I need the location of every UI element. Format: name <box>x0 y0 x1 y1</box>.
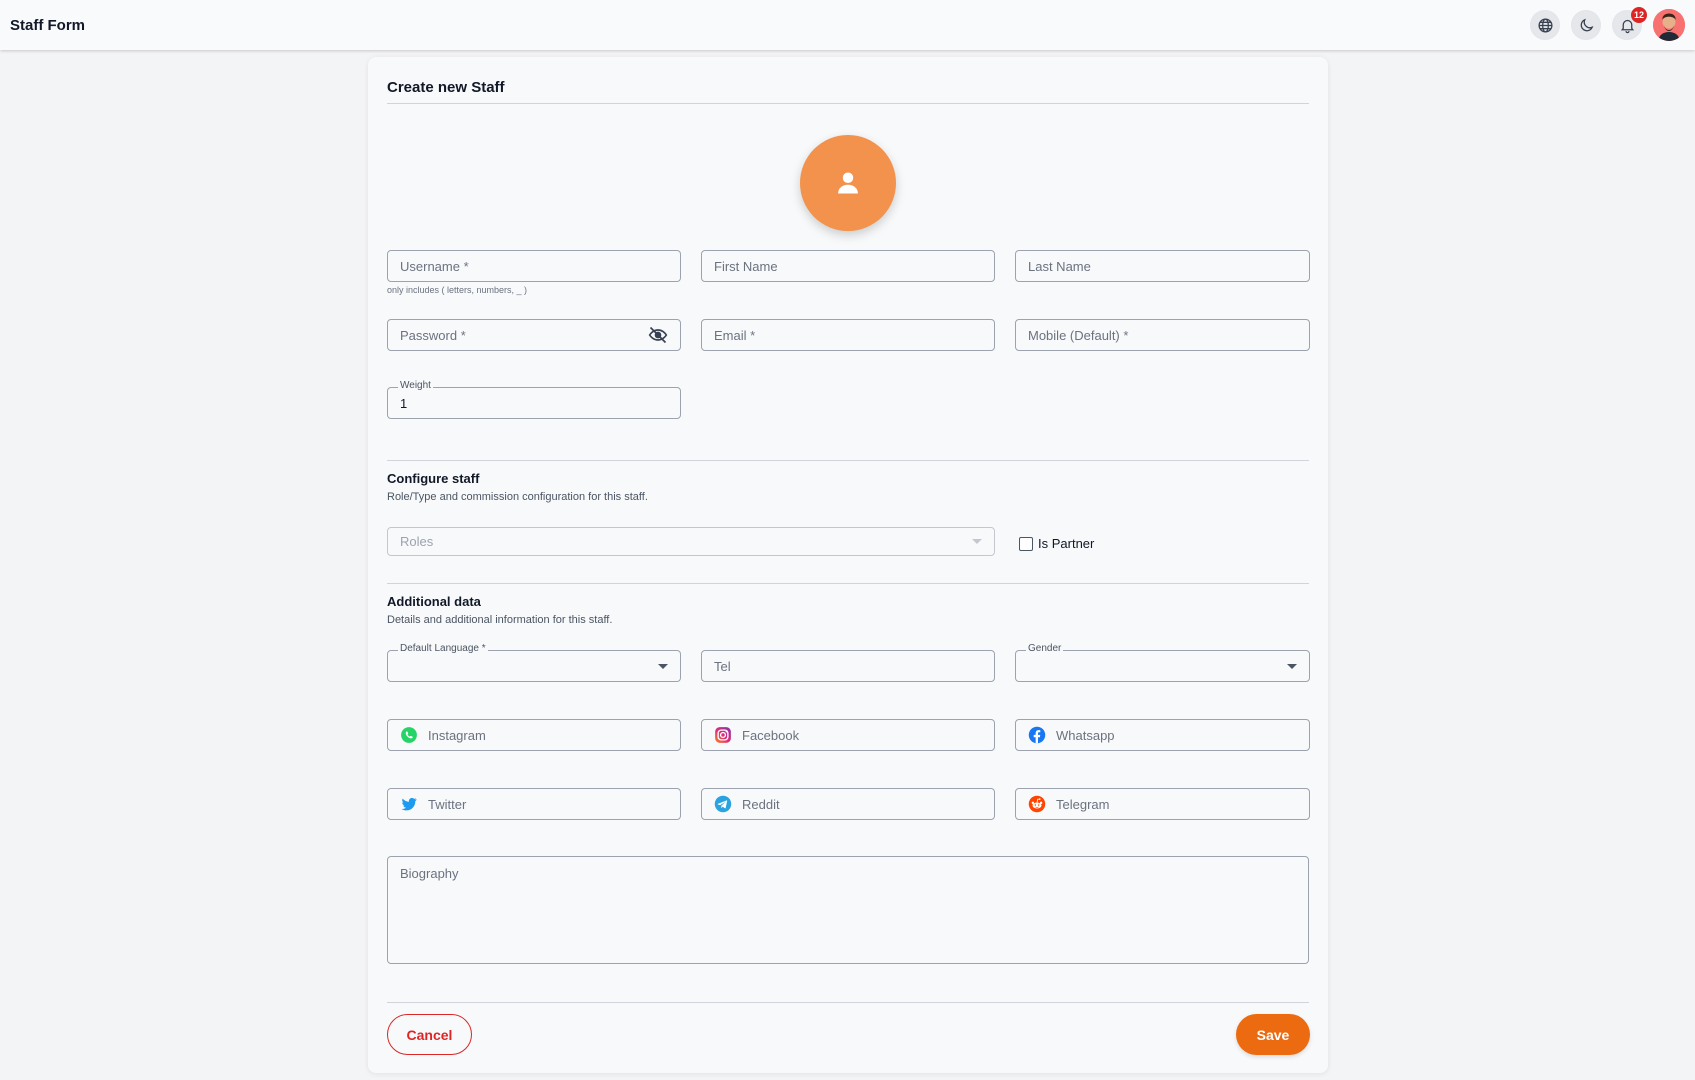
first-name-field[interactable]: First Name <box>701 250 995 282</box>
twitter-placeholder: Twitter <box>428 796 467 812</box>
tel-placeholder: Tel <box>714 658 731 674</box>
email-field[interactable]: Email * <box>701 319 995 351</box>
chevron-down-icon <box>658 663 668 669</box>
username-hint: only includes ( letters, numbers, _ ) <box>387 285 528 295</box>
configure-staff-title: Configure staff <box>387 471 480 486</box>
username-placeholder: Username * <box>400 258 469 274</box>
facebook-field[interactable]: Facebook <box>701 719 995 751</box>
divider <box>387 103 1309 104</box>
last-name-placeholder: Last Name <box>1028 258 1091 274</box>
globe-icon <box>1537 17 1553 33</box>
tel-field[interactable]: Tel <box>701 650 995 682</box>
twitter-field[interactable]: Twitter <box>387 788 681 820</box>
top-bar: Staff Form 12 <box>0 0 1695 50</box>
whatsapp-field[interactable]: Whatsapp <box>1015 719 1310 751</box>
username-field[interactable]: Username * <box>387 250 681 282</box>
facebook-placeholder: Facebook <box>742 727 800 743</box>
user-icon <box>838 172 858 194</box>
twitter-icon <box>400 795 418 813</box>
weight-label: Weight <box>398 380 433 391</box>
telegram-placeholder: Telegram <box>1056 796 1110 812</box>
instagram-field[interactable]: Instagram <box>387 719 681 751</box>
additional-data-title: Additional data <box>387 594 481 609</box>
biography-textarea[interactable]: Biography <box>387 856 1309 964</box>
roles-select[interactable]: Roles <box>387 527 995 556</box>
whatsapp-placeholder: Whatsapp <box>1056 727 1115 743</box>
user-photo-icon <box>1653 9 1685 41</box>
default-language-label: Default Language * <box>398 643 488 654</box>
mobile-placeholder: Mobile (Default) * <box>1028 327 1129 343</box>
whatsapp-icon <box>400 726 418 744</box>
weight-value: 1 <box>400 395 408 411</box>
divider <box>387 460 1309 461</box>
facebook-icon <box>1028 726 1046 744</box>
roles-placeholder: Roles <box>400 534 434 549</box>
top-actions: 12 <box>1530 7 1685 41</box>
notifications-button[interactable]: 12 <box>1612 7 1647 40</box>
telegram-icon <box>714 795 732 813</box>
avatar-upload[interactable] <box>800 135 896 231</box>
save-button[interactable]: Save <box>1236 1014 1310 1055</box>
chevron-down-icon <box>1287 663 1297 669</box>
app-title: Staff Form <box>10 16 85 34</box>
divider <box>387 583 1309 584</box>
instagram-icon <box>714 726 732 744</box>
reddit-field[interactable]: Reddit <box>701 788 995 820</box>
configure-staff-description: Role/Type and commission configuration f… <box>387 491 648 503</box>
password-placeholder: Password * <box>400 327 466 343</box>
eye-off-icon[interactable] <box>648 325 668 345</box>
card-title: Create new Staff <box>387 79 505 96</box>
weight-field[interactable]: Weight 1 <box>387 380 681 419</box>
user-avatar[interactable] <box>1653 9 1685 41</box>
reddit-icon <box>1028 795 1046 813</box>
mobile-field[interactable]: Mobile (Default) * <box>1015 319 1310 351</box>
first-name-placeholder: First Name <box>714 258 778 274</box>
password-field[interactable]: Password * <box>387 319 681 351</box>
additional-data-description: Details and additional information for t… <box>387 614 613 626</box>
language-button[interactable] <box>1530 10 1560 40</box>
notification-badge: 12 <box>1630 7 1647 23</box>
is-partner-label: Is Partner <box>1038 536 1095 551</box>
default-language-select[interactable]: Default Language * <box>387 643 681 682</box>
instagram-placeholder: Instagram <box>428 727 486 743</box>
gender-label: Gender <box>1026 643 1064 654</box>
cancel-button[interactable]: Cancel <box>387 1014 472 1055</box>
moon-icon <box>1580 18 1593 31</box>
staff-form-card: Create new Staff Username * only include… <box>368 57 1328 1073</box>
theme-toggle-button[interactable] <box>1571 10 1601 40</box>
email-placeholder: Email * <box>714 327 756 343</box>
chevron-down-icon <box>972 539 982 544</box>
last-name-field[interactable]: Last Name <box>1015 250 1310 282</box>
divider <box>387 1002 1309 1003</box>
telegram-field[interactable]: Telegram <box>1015 788 1310 820</box>
checkbox-box[interactable] <box>1019 536 1033 551</box>
is-partner-checkbox[interactable]: Is Partner <box>1019 536 1094 551</box>
gender-select[interactable]: Gender <box>1015 643 1310 682</box>
biography-placeholder: Biography <box>400 866 459 881</box>
reddit-placeholder: Reddit <box>742 796 780 812</box>
